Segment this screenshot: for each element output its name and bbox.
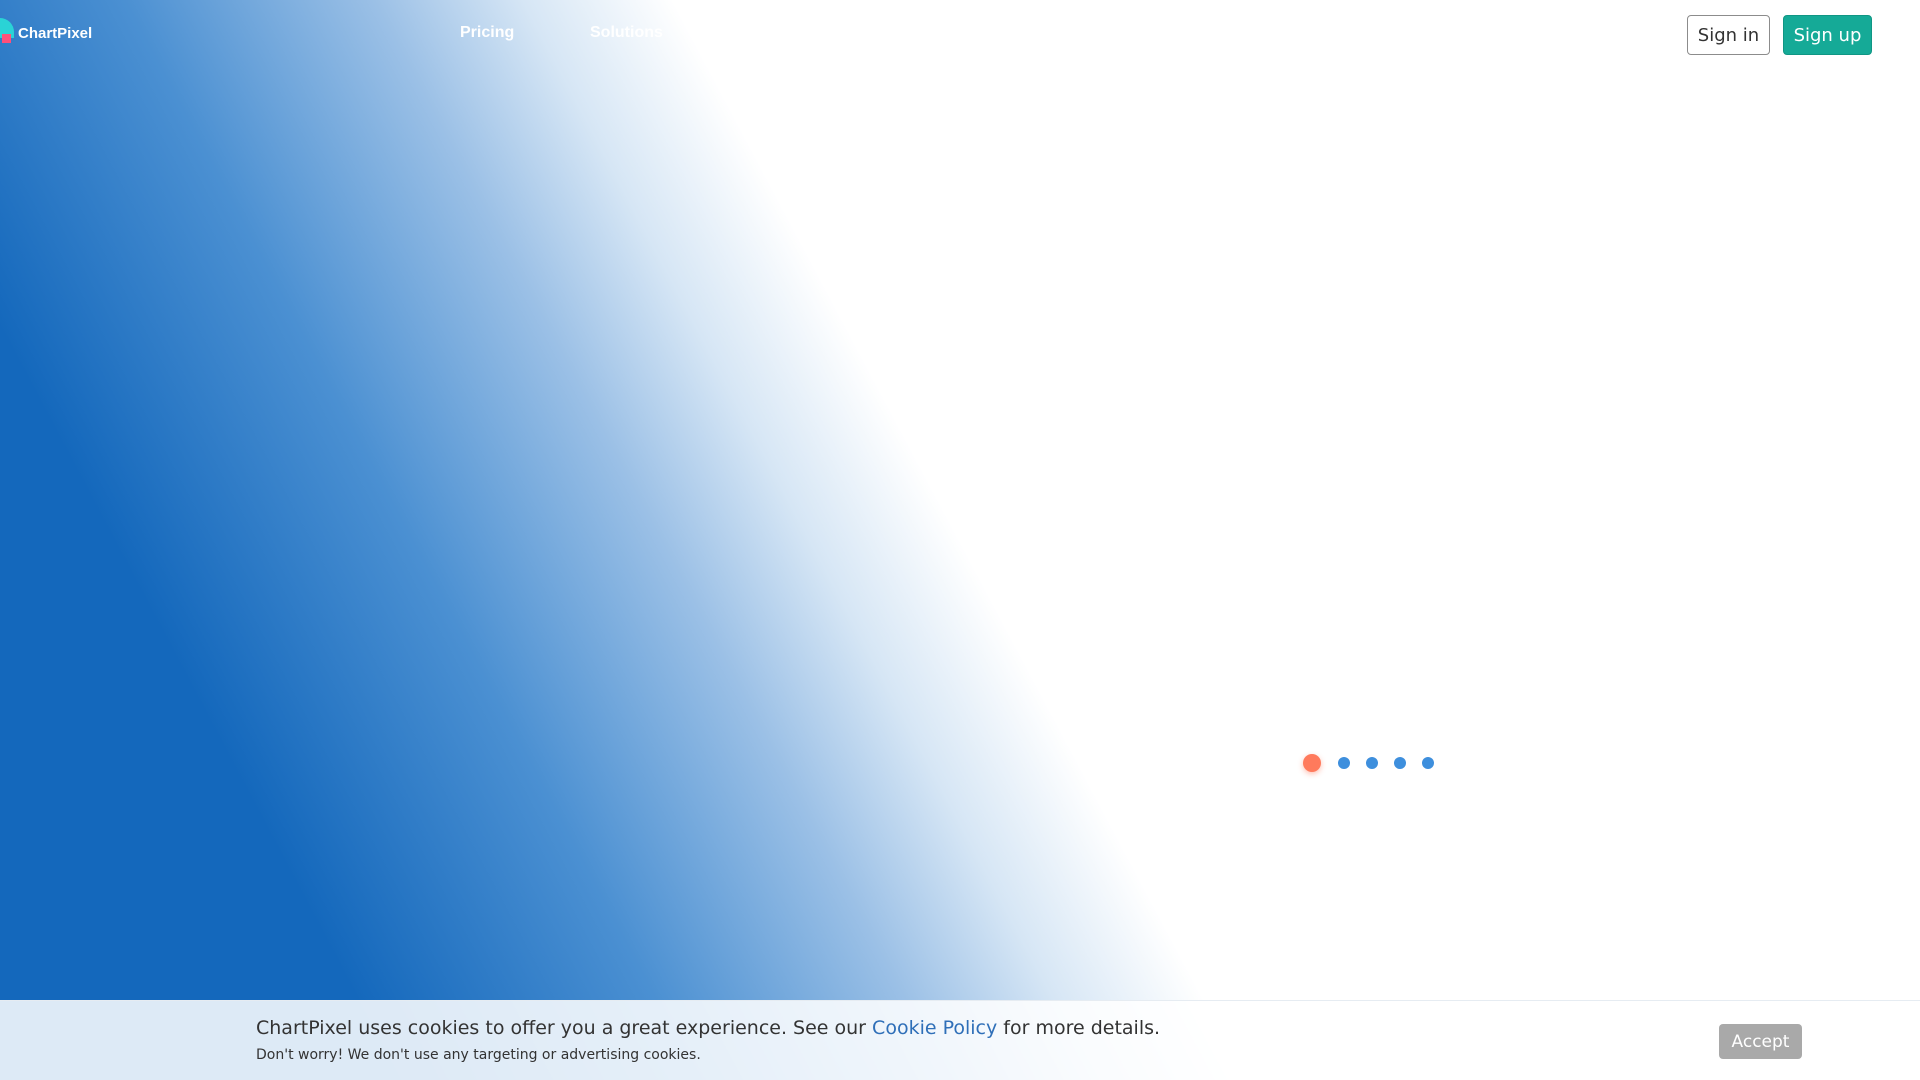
nav-item-api[interactable]: API <box>892 24 919 42</box>
carousel-dot-2[interactable] <box>1338 757 1350 769</box>
cookie-text-after: for more details. <box>997 1017 1161 1039</box>
cookie-policy-link[interactable]: Cookie Policy <box>872 1017 997 1039</box>
cookie-banner: ChartPixel uses cookies to offer you a g… <box>0 1000 1920 1080</box>
hero-background <box>0 0 1920 1080</box>
cookie-text-before: ChartPixel uses cookies to offer you a g… <box>256 1017 873 1039</box>
brand-logo[interactable]: ChartPixel <box>0 18 92 48</box>
cookie-subtext: Don't worry! We don't use any targeting … <box>256 1047 701 1063</box>
cookie-message: ChartPixel uses cookies to offer you a g… <box>256 1017 1160 1039</box>
brand-name: ChartPixel <box>18 24 93 42</box>
sign-up-button[interactable]: Sign up <box>1783 15 1872 55</box>
sign-in-button[interactable]: Sign in <box>1687 15 1770 55</box>
carousel-dot-3[interactable] <box>1366 757 1378 769</box>
nav-item-our-story[interactable]: Our story <box>1008 24 1080 42</box>
nav-item-pricing[interactable]: Pricing <box>460 24 514 42</box>
nav-item-blog[interactable]: Blog <box>748 24 784 42</box>
carousel-dot-4[interactable] <box>1394 757 1406 769</box>
accept-cookies-button[interactable]: Accept <box>1719 1024 1802 1059</box>
site-header: ChartPixel Pricing Solutions Blog API Ou… <box>0 0 1920 70</box>
carousel-dot-5[interactable] <box>1422 757 1434 769</box>
carousel-dot-1[interactable] <box>1303 754 1321 772</box>
chartpixel-logo-icon <box>0 18 16 48</box>
nav-item-solutions[interactable]: Solutions <box>590 24 663 42</box>
